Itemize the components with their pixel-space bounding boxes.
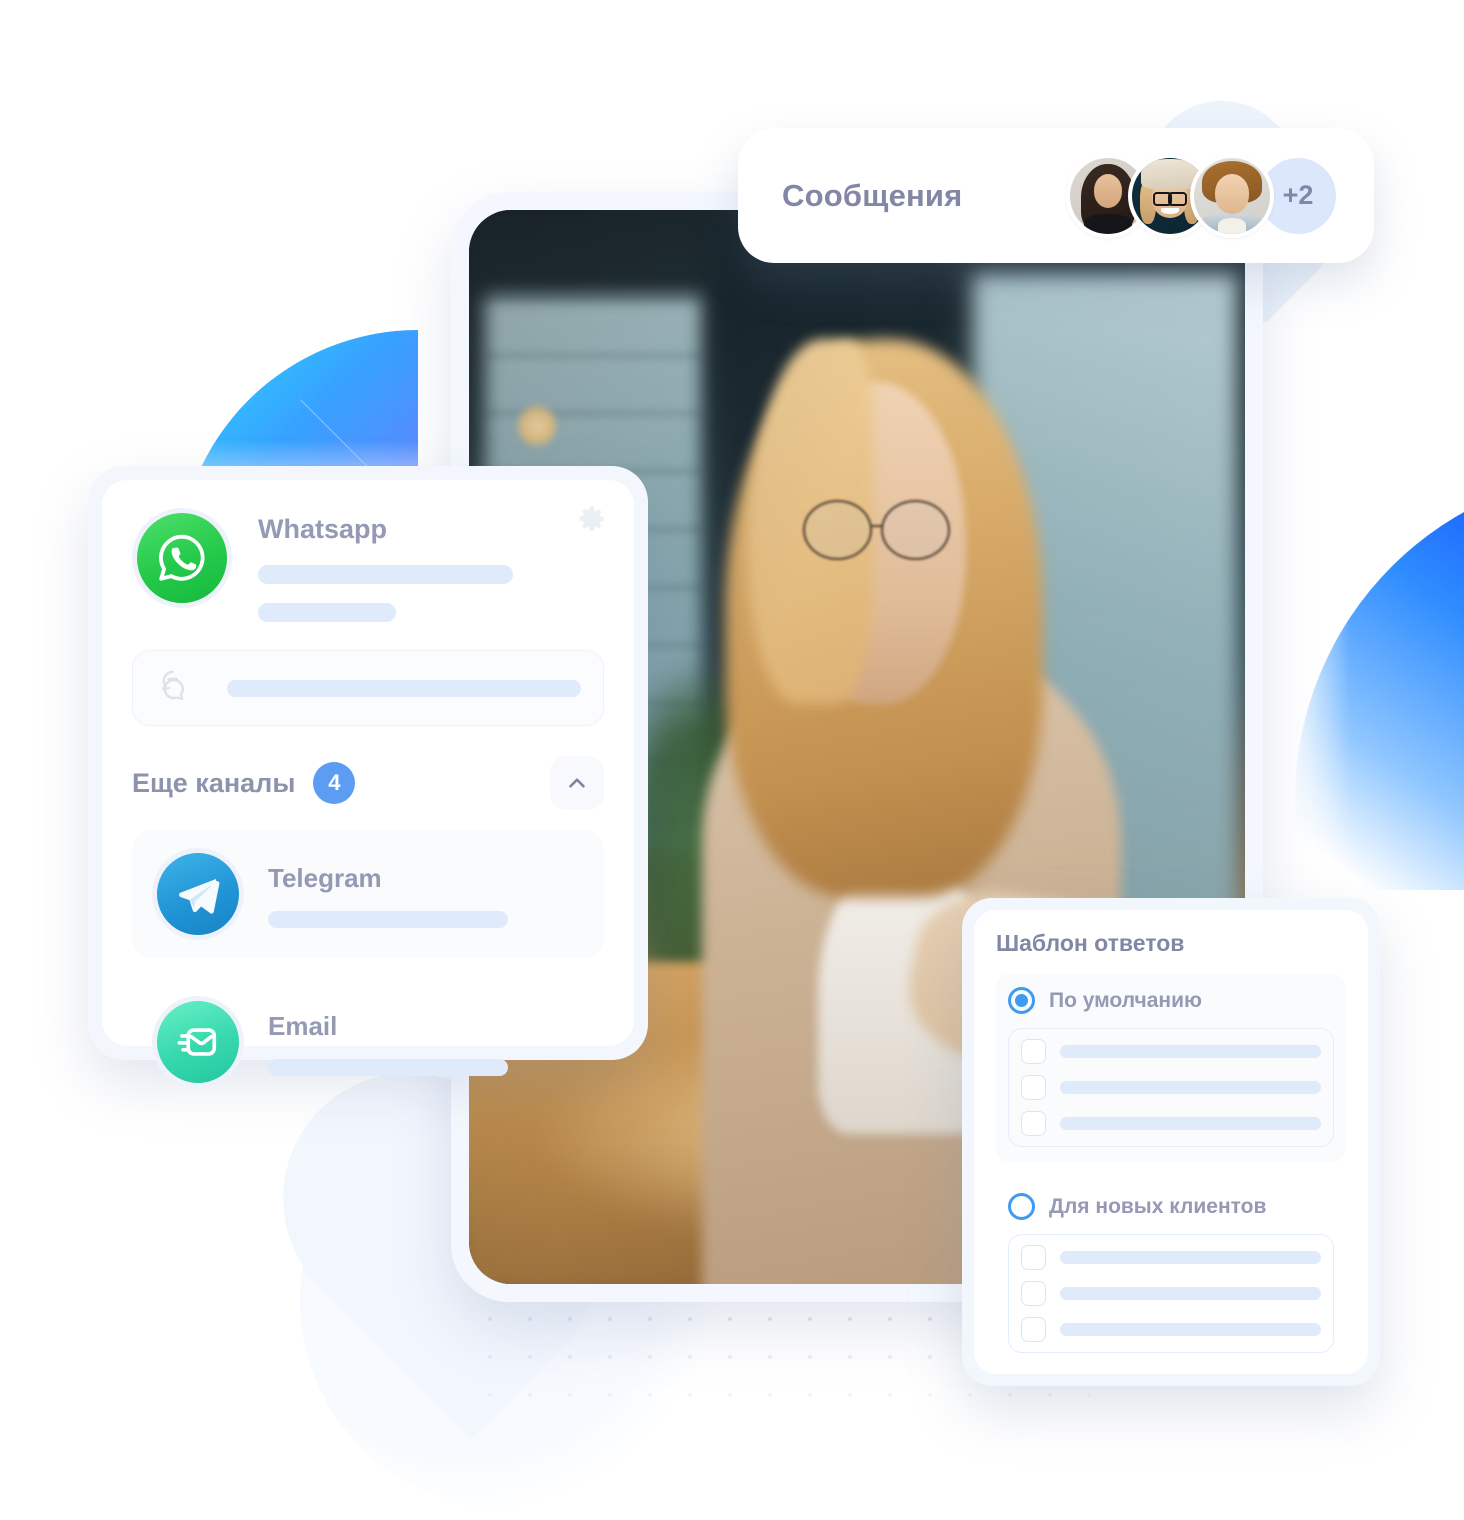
radio-selected-icon[interactable] bbox=[1008, 987, 1035, 1014]
template-option-new-clients[interactable]: Для новых клиентов bbox=[996, 1179, 1346, 1369]
list-item[interactable] bbox=[1021, 1245, 1321, 1270]
template-option-label: Для новых клиентов bbox=[1049, 1194, 1267, 1218]
telegram-icon bbox=[152, 848, 244, 940]
template-option-default[interactable]: По умолчанию bbox=[996, 973, 1346, 1163]
gear-icon[interactable] bbox=[574, 502, 608, 536]
channel-email-row[interactable]: Email bbox=[132, 978, 604, 1106]
checkbox[interactable] bbox=[1021, 1039, 1046, 1064]
template-item-list bbox=[1008, 1028, 1334, 1147]
page-title: Шаблон ответов bbox=[996, 930, 1185, 956]
illustration-stage: Сообщения +2 Whatsapp Еще каналы 4 Teleg… bbox=[0, 0, 1464, 1520]
chevron-up-icon[interactable] bbox=[550, 756, 604, 810]
channel-telegram-row[interactable]: Telegram bbox=[132, 830, 604, 958]
avatar[interactable] bbox=[1190, 153, 1274, 238]
channel-name: Whatsapp bbox=[258, 514, 388, 544]
placeholder-bar bbox=[1060, 1081, 1321, 1094]
placeholder-bar bbox=[258, 603, 396, 622]
placeholder-bar bbox=[1060, 1287, 1321, 1300]
placeholder-bar bbox=[1060, 1251, 1321, 1264]
more-channels-label: Еще каналы bbox=[132, 767, 296, 798]
checkbox[interactable] bbox=[1021, 1281, 1046, 1306]
checkbox[interactable] bbox=[1021, 1245, 1046, 1270]
placeholder-bar bbox=[268, 910, 508, 928]
checkbox[interactable] bbox=[1021, 1317, 1046, 1342]
list-item[interactable] bbox=[1021, 1111, 1321, 1136]
whatsapp-icon bbox=[132, 508, 232, 608]
messages-bar[interactable]: Сообщения +2 bbox=[738, 128, 1374, 263]
reply-templates-card: Шаблон ответов По умолчанию Для новых кл… bbox=[962, 898, 1380, 1386]
placeholder-bar bbox=[1060, 1323, 1321, 1336]
placeholder-bar bbox=[1060, 1117, 1321, 1130]
list-item[interactable] bbox=[1021, 1317, 1321, 1342]
search-placeholder-bar bbox=[227, 679, 581, 697]
list-item[interactable] bbox=[1021, 1281, 1321, 1306]
template-option-label: По умолчанию bbox=[1049, 988, 1202, 1012]
placeholder-bar bbox=[268, 1058, 508, 1076]
decor-blue-right-fade bbox=[1260, 470, 1350, 900]
template-item-list bbox=[1008, 1234, 1334, 1353]
list-item[interactable] bbox=[1021, 1075, 1321, 1100]
checkbox[interactable] bbox=[1021, 1075, 1046, 1100]
placeholder-bar bbox=[1060, 1045, 1321, 1058]
more-channels-row[interactable]: Еще каналы 4 bbox=[132, 756, 604, 810]
radio-unselected-icon[interactable] bbox=[1008, 1193, 1035, 1220]
search-input[interactable] bbox=[132, 650, 604, 726]
placeholder-bar bbox=[258, 565, 513, 584]
decor-blue-right-gradient bbox=[1295, 470, 1464, 890]
channel-whatsapp-row[interactable]: Whatsapp bbox=[132, 508, 604, 622]
email-icon bbox=[152, 996, 244, 1088]
reply-templates-body: Шаблон ответов По умолчанию Для новых кл… bbox=[974, 910, 1368, 1374]
list-item[interactable] bbox=[1021, 1039, 1321, 1064]
channels-card-body: Whatsapp Еще каналы 4 Telegram Email bbox=[102, 480, 634, 1088]
chat-bubbles-icon bbox=[155, 665, 201, 711]
checkbox[interactable] bbox=[1021, 1111, 1046, 1136]
channel-name: Telegram bbox=[268, 862, 382, 893]
messages-title: Сообщения bbox=[782, 177, 963, 213]
channel-name: Email bbox=[268, 1010, 338, 1041]
channels-card: Whatsapp Еще каналы 4 Telegram Email bbox=[88, 466, 648, 1088]
avatar-group[interactable]: +2 bbox=[1066, 153, 1340, 238]
more-channels-count-badge: 4 bbox=[313, 762, 356, 804]
